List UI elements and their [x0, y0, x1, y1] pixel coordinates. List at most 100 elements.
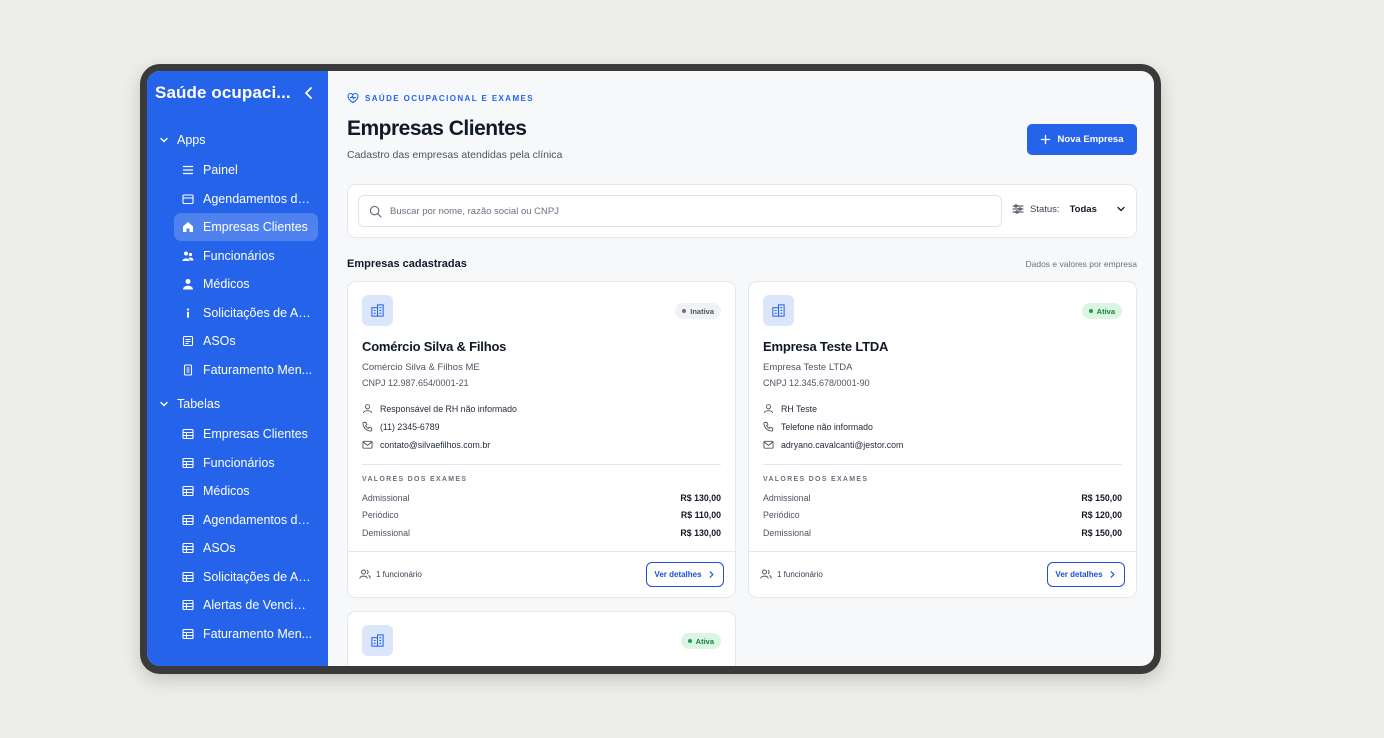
email-text: adryano.cavalcanti@jestor.com	[781, 439, 904, 450]
table-icon	[182, 628, 194, 640]
phone-text: Telefone não informado	[781, 421, 873, 432]
status-badge-label: Ativa	[1096, 306, 1115, 316]
info-icon	[182, 307, 194, 319]
status-badge-label: Inativa	[690, 306, 714, 316]
exam-type: Demissional	[763, 528, 811, 538]
sidebar-item-empresas-clientes[interactable]: Empresas Clientes	[174, 213, 318, 241]
employee-count-text: 1 funcionário	[376, 569, 422, 579]
exam-value-row: Demissional R$ 130,00	[362, 528, 721, 538]
sliders-icon	[1012, 204, 1024, 214]
exam-value-row: Admissional R$ 150,00	[763, 493, 1122, 503]
sidebar-section-tabelas[interactable]: Tabelas	[159, 397, 220, 411]
exam-price: R$ 110,00	[680, 510, 721, 520]
employee-count-text: 1 funcionário	[777, 569, 823, 579]
sidebar-item-table-solicitacoes[interactable]: Solicitações de Ag...	[174, 563, 318, 591]
sidebar-item-label: Agendamentos de...	[203, 192, 313, 206]
sidebar-section-label: Apps	[177, 133, 206, 147]
phone-icon	[362, 421, 373, 432]
sidebar-item-medicos[interactable]: Médicos	[174, 270, 318, 298]
mail-icon	[362, 440, 373, 449]
company-cnpj: CNPJ 12.987.654/0001-21	[362, 378, 469, 388]
chevron-left-icon[interactable]	[301, 85, 317, 101]
sidebar-section-label: Tabelas	[177, 397, 221, 411]
sidebar-item-table-asos[interactable]: ASOs	[174, 534, 318, 562]
company-cnpj: CNPJ 12.345.678/0001-90	[763, 378, 870, 388]
status-filter-value: Todas	[1069, 203, 1097, 215]
phone-text: (11) 2345-6789	[380, 421, 440, 432]
page-eyebrow: SAÚDE OCUPACIONAL E EXAMES	[347, 92, 534, 104]
sidebar-item-label: Funcionários	[203, 456, 275, 470]
sidebar-item-label: Alertas de Vencim...	[203, 598, 313, 612]
exam-price: R$ 150,00	[1081, 493, 1122, 503]
sidebar-item-label: ASOs	[203, 334, 236, 348]
sidebar-section-apps[interactable]: Apps	[159, 133, 206, 147]
phone-icon	[763, 421, 774, 432]
exam-type: Admissional	[763, 493, 811, 503]
sidebar-item-faturamento[interactable]: Faturamento Men...	[174, 356, 318, 384]
sidebar-item-funcionarios[interactable]: Funcionários	[174, 242, 318, 270]
sidebar-item-label: Painel	[203, 163, 238, 177]
contact-row: RH Teste	[763, 403, 817, 414]
company-name: Comércio Silva & Filhos	[362, 339, 507, 354]
sidebar-item-table-agendamentos[interactable]: Agendamentos de...	[174, 506, 318, 534]
table-icon	[182, 457, 194, 469]
sidebar-item-label: Funcionários	[203, 249, 275, 263]
chevron-right-icon	[709, 571, 714, 578]
main-content: SAÚDE OCUPACIONAL E EXAMES Empresas Clie…	[328, 71, 1154, 666]
view-details-button[interactable]: Ver detalhes	[646, 562, 724, 587]
app-title: Saúde ocupaci...	[155, 83, 291, 102]
table-icon	[182, 428, 194, 440]
user-icon	[362, 404, 373, 414]
status-badge: Inativa	[675, 303, 721, 319]
eyebrow-label: SAÚDE OCUPACIONAL E EXAMES	[365, 93, 535, 103]
search-input[interactable]	[390, 205, 1001, 217]
status-badge: Ativa	[1081, 303, 1122, 319]
table-icon	[182, 514, 194, 526]
heart-shield-icon	[347, 92, 359, 104]
email-text: contato@silvaefilhos.com.br	[380, 439, 491, 450]
sidebar-item-table-faturamento[interactable]: Faturamento Men...	[174, 620, 318, 648]
sidebar-item-label: Empresas Clientes	[203, 427, 308, 441]
filter-bar: Status: Todas	[347, 184, 1137, 238]
sidebar-item-table-empresas[interactable]: Empresas Clientes	[174, 420, 318, 448]
sidebar-item-label: Médicos	[203, 484, 250, 498]
building-icon	[763, 295, 794, 326]
sidebar-item-solicitacoes[interactable]: Solicitações de Ag...	[174, 299, 318, 327]
status-filter[interactable]: Status: Todas	[1012, 203, 1127, 215]
sidebar-item-label: Agendamentos de...	[203, 513, 313, 527]
sidebar-item-table-medicos[interactable]: Médicos	[174, 477, 318, 505]
calendar-icon	[182, 193, 194, 205]
sidebar-item-table-alertas[interactable]: Alertas de Vencim...	[174, 591, 318, 619]
company-name: Empresa Teste LTDA	[763, 339, 889, 354]
status-filter-label: Status:	[1030, 203, 1060, 215]
user-icon	[763, 404, 774, 414]
receipt-icon	[182, 364, 194, 376]
new-company-label: Nova Empresa	[1057, 134, 1124, 145]
sidebar-item-agendamentos[interactable]: Agendamentos de...	[174, 185, 318, 213]
users-icon	[760, 569, 772, 579]
email-row: contato@silvaefilhos.com.br	[362, 439, 490, 450]
sidebar-item-label: Solicitações de Ag...	[203, 306, 313, 320]
building-icon	[362, 625, 393, 656]
chevron-down-icon	[160, 137, 168, 143]
new-company-button[interactable]: Nova Empresa	[1027, 124, 1137, 155]
sidebar-item-table-funcionarios[interactable]: Funcionários	[174, 449, 318, 477]
sidebar-item-label: Faturamento Men...	[203, 627, 313, 641]
company-card: Ativa	[347, 611, 736, 666]
sidebar-item-painel[interactable]: Painel	[174, 156, 318, 184]
sidebar-item-label: Faturamento Men...	[203, 363, 313, 377]
app-window: Saúde ocupaci... Apps Painel Agendamento…	[147, 71, 1154, 666]
section-title: Empresas cadastradas	[347, 258, 467, 270]
table-icon	[182, 485, 194, 497]
view-details-button[interactable]: Ver detalhes	[1047, 562, 1125, 587]
page-subtitle: Cadastro das empresas atendidas pela clí…	[347, 149, 563, 161]
exam-value-row: Periódico R$ 110,00	[362, 510, 721, 520]
exam-value-row: Demissional R$ 150,00	[763, 528, 1122, 538]
search-box[interactable]	[358, 195, 1002, 227]
exam-price: R$ 130,00	[680, 528, 721, 538]
document-icon	[182, 335, 194, 347]
exam-price: R$ 130,00	[680, 493, 721, 503]
device-frame: Saúde ocupaci... Apps Painel Agendamento…	[140, 64, 1161, 674]
sidebar-item-asos[interactable]: ASOs	[174, 327, 318, 355]
exam-type: Periódico	[362, 510, 399, 520]
